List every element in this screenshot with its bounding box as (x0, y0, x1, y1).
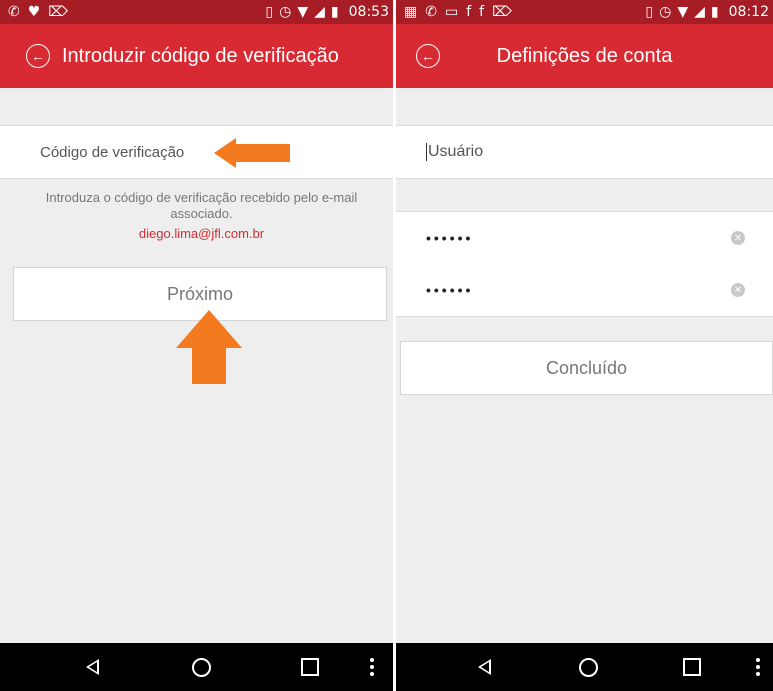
battery-icon: ▮ (710, 4, 719, 20)
recents-square-icon (301, 658, 319, 676)
nav-recents-button[interactable] (672, 643, 712, 691)
cursor-icon: ⌦ (492, 4, 512, 20)
clear-icon[interactable]: ✕ (731, 283, 745, 297)
back-triangle-icon (85, 659, 99, 675)
cursor-icon: ⌦ (48, 4, 69, 20)
recents-square-icon (683, 658, 701, 676)
info-text: Introduza o código de verificação recebi… (45, 190, 358, 221)
vibrate-icon: ▯ (265, 4, 274, 20)
app-bar: ← Definições de conta (396, 24, 773, 88)
username-placeholder: Usuário (428, 143, 484, 161)
back-arrow-icon[interactable]: ← (416, 44, 440, 68)
wifi-icon: ▼ (677, 4, 689, 20)
done-button[interactable]: Concluído (400, 341, 773, 395)
navigation-bar (396, 643, 773, 691)
signal-icon: ◢ (694, 4, 705, 20)
username-input[interactable]: Usuário (396, 142, 484, 161)
whatsapp-icon: ✆ (8, 4, 20, 20)
alarm-icon: ◷ (659, 4, 672, 20)
vibrate-icon: ▯ (645, 4, 654, 20)
fox-icon: ♥ (27, 4, 41, 20)
status-bar: ✆ ♥ ⌦ ▯ ◷ ▼ ◢ ▮ 08:53 (0, 0, 393, 24)
wifi-icon: ▼ (297, 4, 309, 20)
back-arrow-icon[interactable]: ← (26, 44, 50, 68)
verification-code-field[interactable]: Código de verificação (0, 125, 393, 179)
app-bar: ← Introduzir código de verificação (0, 24, 393, 88)
nav-home-button[interactable] (568, 643, 608, 691)
verification-code-label: Código de verificação (40, 143, 185, 161)
page-title: Definições de conta (496, 44, 673, 67)
gallery-icon: ▦ (404, 4, 418, 20)
clear-icon[interactable]: ✕ (731, 231, 745, 245)
page-title: Introduzir código de verificação (62, 44, 339, 67)
info-text-block: Introduza o código de verificação recebi… (20, 190, 383, 242)
nav-back-button[interactable] (72, 643, 112, 691)
home-circle-icon (191, 657, 211, 677)
facebook-icon: f (466, 4, 472, 20)
nav-recents-button[interactable] (290, 643, 330, 691)
back-triangle-icon (477, 659, 491, 675)
next-button-label: Próximo (166, 283, 233, 304)
status-time: 08:53 (348, 4, 389, 20)
overflow-menu-icon (370, 658, 374, 676)
left-screen: ✆ ♥ ⌦ ▯ ◷ ▼ ◢ ▮ 08:53 ← Introduzir códig… (0, 0, 393, 691)
nav-home-button[interactable] (181, 643, 221, 691)
left-arrow-annotation (214, 138, 290, 168)
email-link: diego.lima@jfl.com.br (138, 226, 265, 241)
home-circle-icon (578, 657, 598, 677)
confirm-password-input[interactable]: •••••• (396, 282, 731, 298)
status-time: 08:12 (728, 4, 769, 20)
signal-icon: ◢ (314, 4, 325, 20)
navigation-bar (0, 643, 393, 691)
image-icon: ▭ (444, 4, 459, 20)
nav-back-button[interactable] (464, 643, 504, 691)
nav-menu-button[interactable] (738, 643, 773, 691)
status-bar: ▦ ✆ ▭ f f ⌦ ▯ ◷ ▼ ◢ ▮ 08:12 (396, 0, 773, 24)
right-screen: ▦ ✆ ▭ f f ⌦ ▯ ◷ ▼ ◢ ▮ 08:12 ← Definições… (396, 0, 773, 691)
username-field[interactable]: Usuário (396, 125, 773, 179)
done-button-label: Concluído (545, 357, 628, 378)
up-arrow-annotation (176, 310, 242, 384)
confirm-password-field[interactable]: •••••• ✕ (396, 264, 773, 317)
facebook-icon: f (479, 4, 485, 20)
nav-menu-button[interactable] (352, 643, 392, 691)
text-caret (426, 142, 427, 161)
alarm-icon: ◷ (279, 4, 292, 20)
overflow-menu-icon (756, 658, 760, 676)
password-input[interactable]: •••••• (396, 230, 731, 246)
password-field[interactable]: •••••• ✕ (396, 211, 773, 265)
whatsapp-icon: ✆ (425, 4, 437, 20)
battery-icon: ▮ (330, 4, 339, 20)
